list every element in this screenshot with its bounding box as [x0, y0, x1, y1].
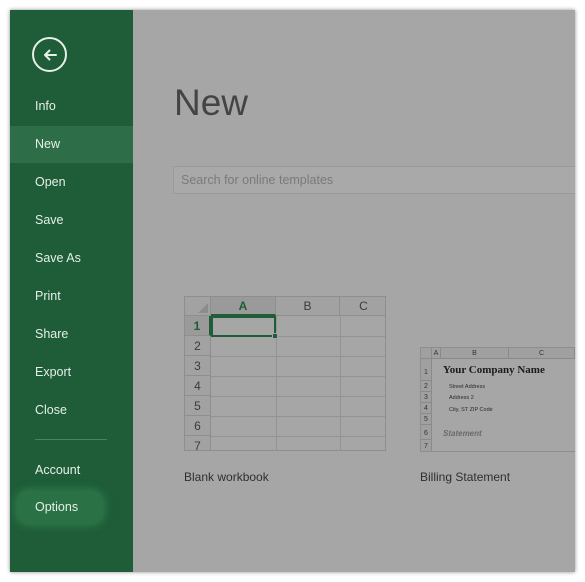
active-cell	[211, 316, 276, 337]
column-header: C	[340, 297, 385, 316]
nav-item-close[interactable]: Close	[10, 392, 133, 429]
statement-heading: Statement	[443, 429, 482, 438]
nav-item-open[interactable]: Open	[10, 164, 133, 201]
nav-item-new[interactable]: New	[10, 126, 133, 163]
grid-line	[340, 316, 341, 450]
column-header: C	[509, 348, 575, 359]
grid-line	[211, 376, 385, 377]
column-header: A	[432, 348, 441, 359]
row-header: 4	[421, 403, 432, 414]
row-header: 3	[421, 392, 432, 403]
grid-line	[211, 436, 385, 437]
nav-item-save[interactable]: Save	[10, 202, 133, 239]
template-billing-statement[interactable]: A B C 1 2 3 4 5 6 7 Your Company Name St…	[420, 347, 575, 484]
main-panel: New A B C 1 2 3 4 5 6 7	[133, 10, 575, 572]
nav-item-info[interactable]: Info	[10, 88, 133, 125]
page-title: New	[174, 82, 249, 123]
row-header: 5	[421, 414, 432, 425]
row-header: 7	[185, 436, 211, 450]
nav-item-save-as[interactable]: Save As	[10, 240, 133, 277]
corner-cell	[421, 348, 432, 359]
nav-item-options[interactable]: Options	[17, 491, 103, 524]
row-header: 5	[185, 396, 211, 416]
company-name-text: Your Company Name	[443, 364, 545, 376]
row-header: 2	[421, 381, 432, 392]
nav-item-export[interactable]: Export	[10, 354, 133, 391]
nav-item-print[interactable]: Print	[10, 278, 133, 315]
template-search-input[interactable]	[174, 167, 575, 193]
row-header: 6	[185, 416, 211, 436]
row-header: 2	[185, 336, 211, 356]
address-line: Street Address	[449, 384, 486, 390]
billing-statement-thumbnail: A B C 1 2 3 4 5 6 7 Your Company Name St…	[420, 347, 575, 452]
nav-item-share[interactable]: Share	[10, 316, 133, 353]
blank-workbook-thumbnail: A B C 1 2 3 4 5 6 7	[184, 296, 386, 451]
row-header: 1	[421, 359, 432, 381]
template-label: Blank workbook	[184, 470, 269, 484]
row-header: 6	[421, 425, 432, 440]
column-header: A	[211, 297, 276, 316]
column-header: B	[441, 348, 509, 359]
backstage-window: Info New Open Save Save As Print Share E…	[10, 10, 575, 572]
row-header: 1	[185, 316, 211, 336]
arrow-left-icon	[44, 49, 57, 61]
grid-line	[211, 416, 385, 417]
select-all-corner	[185, 297, 211, 316]
back-button[interactable]	[32, 37, 67, 72]
template-search-box	[173, 166, 575, 194]
row-header: 7	[421, 440, 432, 451]
nav-item-account[interactable]: Account	[10, 452, 133, 489]
template-blank-workbook[interactable]: A B C 1 2 3 4 5 6 7 Blank workbook	[184, 296, 386, 484]
fill-handle	[272, 333, 278, 339]
address-line: Address 2	[449, 395, 474, 401]
row-header: 3	[185, 356, 211, 376]
backstage-sidebar: Info New Open Save Save As Print Share E…	[10, 10, 133, 572]
nav-divider	[35, 439, 107, 440]
column-header: B	[276, 297, 340, 316]
row-header: 4	[185, 376, 211, 396]
grid-line	[211, 396, 385, 397]
template-label: Billing Statement	[420, 470, 511, 484]
address-line: City, ST ZIP Code	[449, 407, 493, 413]
grid-line	[211, 356, 385, 357]
